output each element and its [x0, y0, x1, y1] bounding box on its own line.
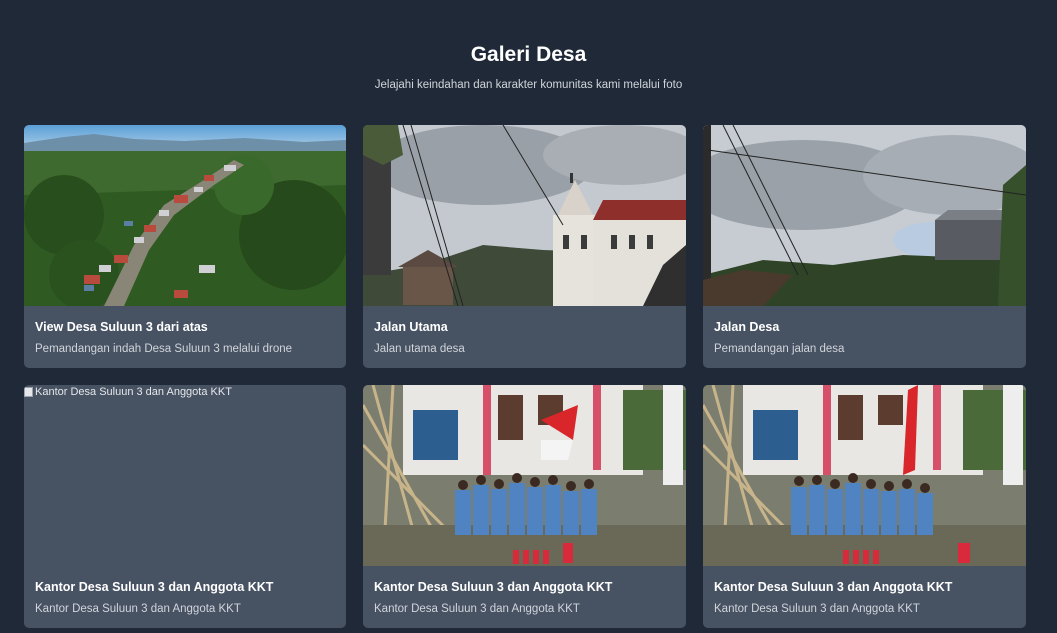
card-description: Pemandangan indah Desa Suluun 3 melalui …	[35, 343, 293, 355]
gallery-photo-road[interactable]	[703, 125, 1026, 306]
card-description: Pemandangan jalan desa	[714, 343, 845, 355]
gallery-card[interactable]: View Desa Suluun 3 dari atas Pemandangan…	[24, 125, 346, 368]
page-title: Galeri Desa	[470, 43, 587, 66]
card-description: Kantor Desa Suluun 3 dan Anggota KKT	[714, 603, 920, 615]
gallery-photo-broken[interactable]: Kantor Desa Suluun 3 dan Anggota KKT	[24, 385, 346, 566]
gallery-card[interactable]: Kantor Desa Suluun 3 dan Anggota KKT Kan…	[363, 385, 686, 628]
card-description: Jalan utama desa	[374, 343, 465, 355]
card-title: Jalan Utama	[374, 320, 448, 334]
gallery-header: Galeri Desa Jelajahi keindahan dan karak…	[0, 0, 1057, 92]
page-subtitle: Jelajahi keindahan dan karakter komunita…	[374, 79, 683, 91]
image-alt-text: Kantor Desa Suluun 3 dan Anggota KKT	[35, 386, 232, 398]
card-description: Kantor Desa Suluun 3 dan Anggota KKT	[374, 603, 580, 615]
gallery-photo-church[interactable]	[363, 125, 686, 306]
card-description: Kantor Desa Suluun 3 dan Anggota KKT	[35, 603, 241, 615]
card-title: Kantor Desa Suluun 3 dan Anggota KKT	[714, 580, 953, 594]
gallery-card[interactable]: Jalan Desa Pemandangan jalan desa	[703, 125, 1026, 368]
broken-image-icon	[24, 387, 33, 397]
broken-image-alt: Kantor Desa Suluun 3 dan Anggota KKT	[24, 385, 232, 398]
card-title: Jalan Desa	[714, 320, 780, 334]
gallery-photo-aerial[interactable]	[24, 125, 346, 306]
card-title: Kantor Desa Suluun 3 dan Anggota KKT	[35, 580, 274, 594]
gallery-grid: View Desa Suluun 3 dari atas Pemandangan…	[24, 125, 1026, 628]
gallery-photo-group[interactable]	[363, 385, 686, 566]
card-title: View Desa Suluun 3 dari atas	[35, 320, 208, 334]
gallery-card[interactable]: Kantor Desa Suluun 3 dan Anggota KKT Kan…	[703, 385, 1026, 628]
gallery-photo-group[interactable]	[703, 385, 1026, 566]
gallery-card[interactable]: Jalan Utama Jalan utama desa	[363, 125, 686, 368]
card-title: Kantor Desa Suluun 3 dan Anggota KKT	[374, 580, 613, 594]
gallery-card[interactable]: Kantor Desa Suluun 3 dan Anggota KKT Kan…	[24, 385, 346, 628]
